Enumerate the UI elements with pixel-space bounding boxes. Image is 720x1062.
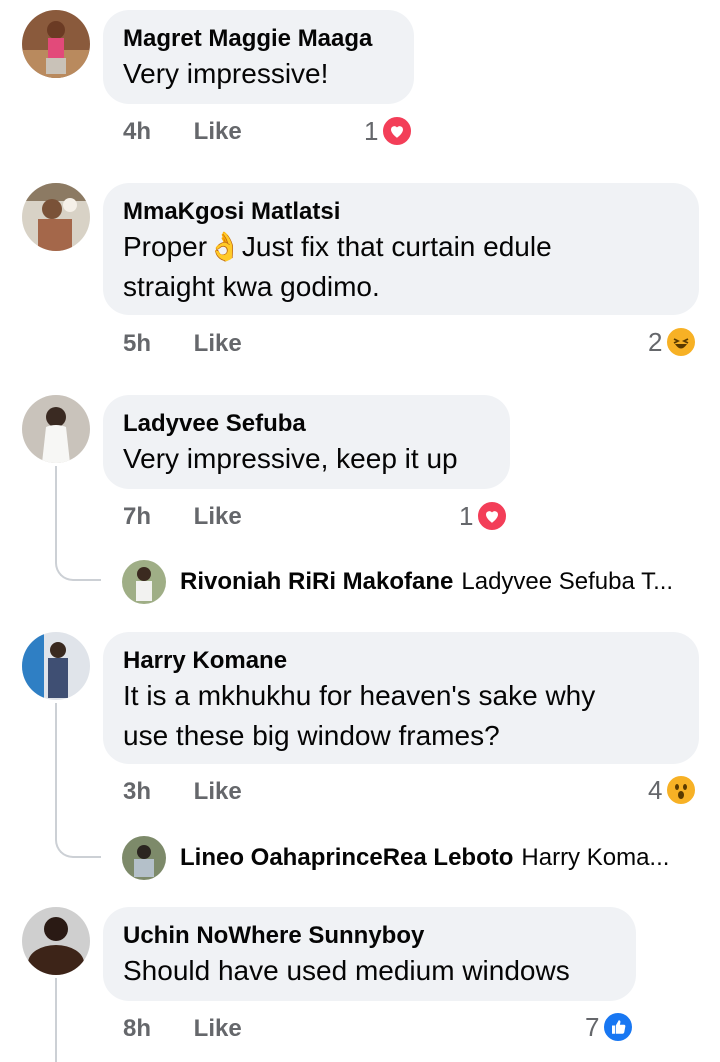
comment-time[interactable]: 3h (123, 778, 187, 806)
reply-author: Lineo OahaprinceRea Leboto (180, 844, 514, 871)
ok-hand-emoji: 👌 (207, 231, 242, 262)
comment-text: Should have used medium windows (123, 955, 570, 986)
comment-time[interactable]: 7h (123, 503, 187, 531)
comment-author[interactable]: Ladyvee Sefuba (123, 409, 490, 439)
avatar[interactable] (22, 632, 90, 700)
comment-bubble: Magret Maggie Maaga Very impressive! (103, 10, 414, 104)
reaction-summary[interactable]: 7 (585, 1011, 635, 1043)
like-reaction-icon (602, 1011, 635, 1043)
comment-time[interactable]: 4h (123, 118, 187, 146)
comment-time[interactable]: 8h (123, 1015, 187, 1043)
thread-line (55, 978, 57, 1062)
reaction-summary[interactable]: 1 (364, 115, 414, 147)
like-button[interactable]: Like (194, 778, 242, 806)
thread-connector (55, 822, 101, 858)
comment-text: Very impressive, keep it up (123, 443, 458, 474)
reply-preview[interactable]: Lineo OahaprinceRea Leboto Harry Koma... (122, 836, 669, 880)
comment-meta: 8h Like (123, 1015, 242, 1043)
reply-author: Rivoniah RiRi Makofane (180, 568, 454, 595)
love-reaction-icon (476, 500, 509, 532)
comment-bubble: Ladyvee Sefuba Very impressive, keep it … (103, 395, 510, 489)
thread-line (55, 703, 57, 831)
comment-author[interactable]: Harry Komane (123, 646, 679, 676)
love-reaction-icon (381, 115, 414, 147)
comment-meta: 7h Like (123, 503, 242, 531)
thread-connector (55, 545, 101, 581)
comment-bubble: Harry Komane It is a mkhukhu for heaven'… (103, 632, 699, 764)
like-button[interactable]: Like (194, 118, 242, 146)
reaction-summary[interactable]: 4 (648, 774, 698, 806)
reaction-count: 1 (364, 115, 379, 146)
reaction-count: 2 (648, 326, 663, 357)
like-button[interactable]: Like (194, 330, 242, 358)
haha-reaction-icon (665, 326, 698, 358)
comment-text-line: It is a mkhukhu for heaven's sake why (123, 680, 596, 711)
comment-text: Very impressive! (123, 58, 329, 89)
reaction-summary[interactable]: 1 (459, 500, 509, 532)
reply-text: Ladyvee Sefuba T... (461, 568, 674, 595)
reaction-count: 7 (585, 1011, 600, 1042)
avatar[interactable] (22, 183, 90, 251)
comment-meta: 4h Like (123, 118, 242, 146)
wow-reaction-icon (665, 774, 698, 806)
like-button[interactable]: Like (194, 1015, 242, 1043)
reply-avatar (122, 836, 166, 880)
reaction-count: 1 (459, 500, 474, 531)
comment-author[interactable]: MmaKgosi Matlatsi (123, 197, 679, 227)
comment-text-part: Just fix that curtain edule (241, 231, 552, 262)
comment-time[interactable]: 5h (123, 330, 187, 358)
comment-meta: 5h Like (123, 330, 242, 358)
reply-avatar (122, 560, 166, 604)
avatar[interactable] (22, 907, 90, 975)
reply-preview[interactable]: Rivoniah RiRi Makofane Ladyvee Sefuba T.… (122, 560, 673, 604)
reaction-summary[interactable]: 2 (648, 326, 698, 358)
comment-author[interactable]: Uchin NoWhere Sunnyboy (123, 921, 616, 951)
avatar[interactable] (22, 10, 90, 78)
comment-text-part: Proper (123, 231, 208, 262)
thread-line (55, 466, 57, 554)
comment-meta: 3h Like (123, 778, 242, 806)
comment-bubble: Uchin NoWhere Sunnyboy Should have used … (103, 907, 636, 1001)
reaction-count: 4 (648, 774, 663, 805)
avatar[interactable] (22, 395, 90, 463)
comment-text: Proper👌Just fix that curtain edule (123, 227, 679, 267)
reply-text: Harry Koma... (521, 844, 670, 871)
comment-bubble: MmaKgosi Matlatsi Proper👌Just fix that c… (103, 183, 699, 315)
comment-text-line: use these big window frames? (123, 720, 500, 751)
comment-text-line: straight kwa godimo. (123, 271, 380, 302)
like-button[interactable]: Like (194, 503, 242, 531)
comment-author[interactable]: Magret Maggie Maaga (123, 24, 394, 54)
